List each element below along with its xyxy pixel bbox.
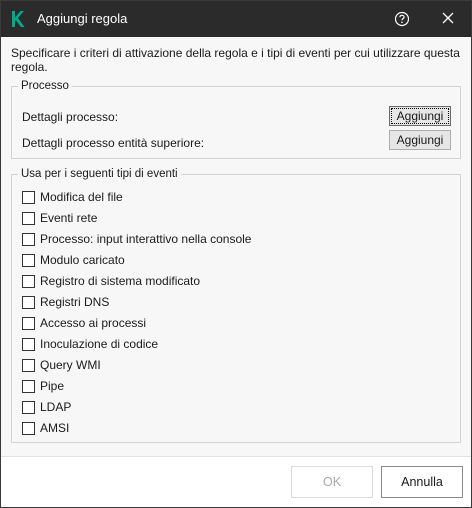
parent-process-details-label: Dettagli processo entità superiore:: [22, 136, 205, 150]
checkbox-wmi-query[interactable]: Query WMI: [22, 357, 101, 373]
dialog-description: Specificare i criteri di attivazione del…: [11, 46, 460, 74]
cancel-button[interactable]: Annulla: [381, 466, 463, 498]
checkbox-dns-logs[interactable]: Registri DNS: [22, 294, 109, 310]
checkbox-box[interactable]: [22, 421, 35, 435]
checkbox-label: Accesso ai processi: [40, 316, 147, 330]
checkbox-label: LDAP: [40, 400, 72, 414]
checkbox-pipe[interactable]: Pipe: [22, 378, 64, 394]
window-title: Aggiungi regola: [37, 11, 128, 26]
dialog-footer: OK Annulla: [1, 456, 471, 507]
add-process-details-button[interactable]: Aggiungi: [389, 106, 451, 126]
title-bar: Aggiungi regola: [1, 1, 471, 37]
checkbox-label: Pipe: [40, 379, 65, 393]
checkbox-box[interactable]: [22, 358, 35, 372]
checkbox-box[interactable]: [22, 337, 35, 351]
checkbox-code-injection[interactable]: Inoculazione di codice: [22, 336, 158, 352]
checkbox-label: Registro di sistema modificato: [40, 274, 201, 288]
checkbox-label: Processo: input interattivo nella consol…: [40, 232, 252, 246]
checkbox-label: Eventi rete: [40, 211, 98, 225]
add-parent-process-details-button[interactable]: Aggiungi: [389, 130, 451, 150]
checkbox-module-loaded[interactable]: Modulo caricato: [22, 252, 125, 268]
checkbox-label: AMSI: [40, 421, 70, 435]
add-rule-dialog: Aggiungi regola Specificare i criteri di…: [0, 0, 472, 508]
help-icon[interactable]: [391, 9, 413, 29]
checkbox-process-access[interactable]: Accesso ai processi: [22, 315, 146, 331]
checkbox-label: Modifica del file: [40, 190, 123, 204]
checkbox-console-interactive-input[interactable]: Processo: input interattivo nella consol…: [22, 231, 251, 247]
checkbox-box[interactable]: [22, 400, 35, 414]
checkbox-box[interactable]: [22, 295, 35, 309]
checkbox-box[interactable]: [22, 274, 35, 288]
checkbox-network-events[interactable]: Eventi rete: [22, 210, 97, 226]
checkbox-box[interactable]: [22, 232, 35, 246]
checkbox-registry-modified[interactable]: Registro di sistema modificato: [22, 273, 200, 289]
checkbox-file-modification[interactable]: Modifica del file: [22, 189, 123, 205]
checkbox-label: Modulo caricato: [40, 253, 125, 267]
checkbox-label: Inoculazione di codice: [40, 337, 159, 351]
checkbox-label: Query WMI: [40, 358, 101, 372]
checkbox-box[interactable]: [22, 190, 35, 204]
ok-button[interactable]: OK: [291, 466, 373, 498]
checkbox-amsi[interactable]: AMSI: [22, 420, 69, 436]
event-types-group-legend: Usa per i seguenti tipi di eventi: [21, 168, 178, 180]
checkbox-ldap[interactable]: LDAP: [22, 399, 71, 415]
checkbox-box[interactable]: [22, 211, 35, 225]
close-icon[interactable]: [437, 9, 459, 29]
process-group-legend: Processo: [21, 80, 69, 92]
checkbox-label: Registri DNS: [40, 295, 110, 309]
kaspersky-logo-icon: [10, 10, 26, 28]
checkbox-box[interactable]: [22, 316, 35, 330]
process-details-label: Dettagli processo:: [22, 110, 119, 124]
checkbox-box[interactable]: [22, 379, 35, 393]
checkbox-box[interactable]: [22, 253, 35, 267]
